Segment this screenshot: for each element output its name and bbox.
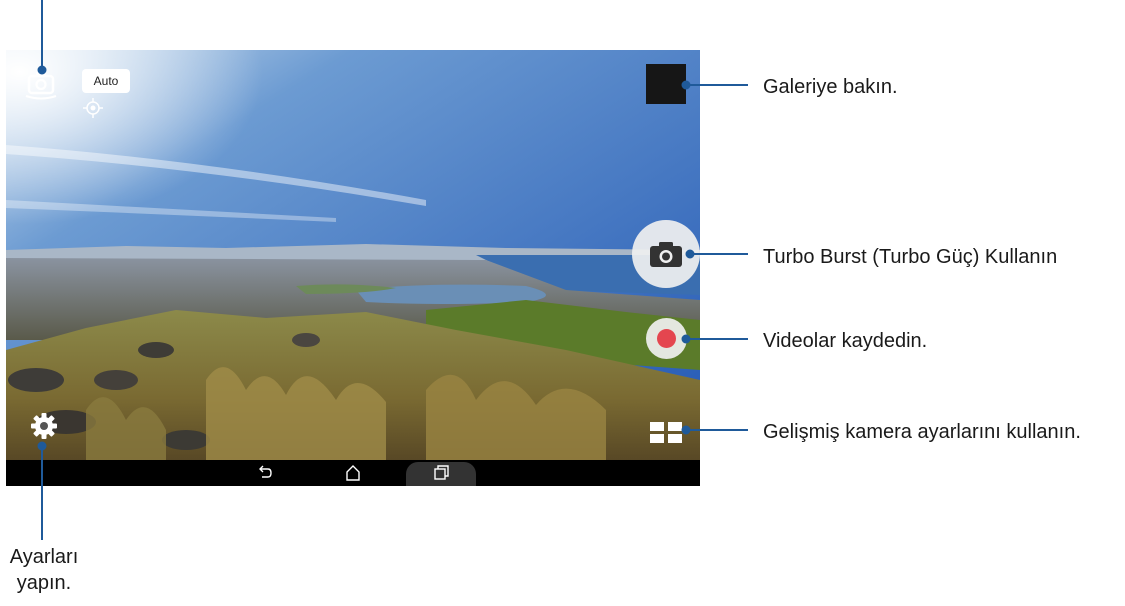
scene-mode-badge[interactable]: Auto [82, 69, 130, 93]
record-button[interactable] [646, 318, 687, 359]
gear-icon[interactable] [30, 412, 58, 440]
camera-modes-icon[interactable] [648, 420, 684, 444]
recents-icon[interactable] [432, 464, 450, 482]
record-icon [657, 329, 676, 348]
callout-gallery: Galeriye bakın. [763, 76, 898, 98]
shutter-button[interactable] [632, 220, 700, 288]
camera-icon [650, 242, 682, 267]
gallery-thumbnail[interactable] [646, 64, 686, 104]
callout-advanced: Gelişmiş kamera ayarlarını kullanın. [763, 421, 1081, 443]
back-icon[interactable] [256, 464, 274, 482]
callout-settings-line1: Ayarları [9, 546, 79, 568]
camera-screen: Auto [6, 50, 700, 486]
scene-mode-label: Auto [93, 74, 119, 88]
callout-settings: Ayarları yapın. [4, 544, 84, 596]
switch-camera-icon[interactable] [24, 70, 58, 100]
home-icon[interactable] [344, 464, 362, 482]
camera-viewfinder [6, 50, 700, 486]
callout-turbo-burst: Turbo Burst (Turbo Güç) Kullanın [763, 246, 1058, 268]
system-navigation-bar [6, 460, 700, 486]
focus-crosshair-icon[interactable] [83, 98, 103, 118]
callout-settings-line2: yapın. [16, 572, 72, 594]
callout-video: Videolar kaydedin. [763, 330, 928, 352]
